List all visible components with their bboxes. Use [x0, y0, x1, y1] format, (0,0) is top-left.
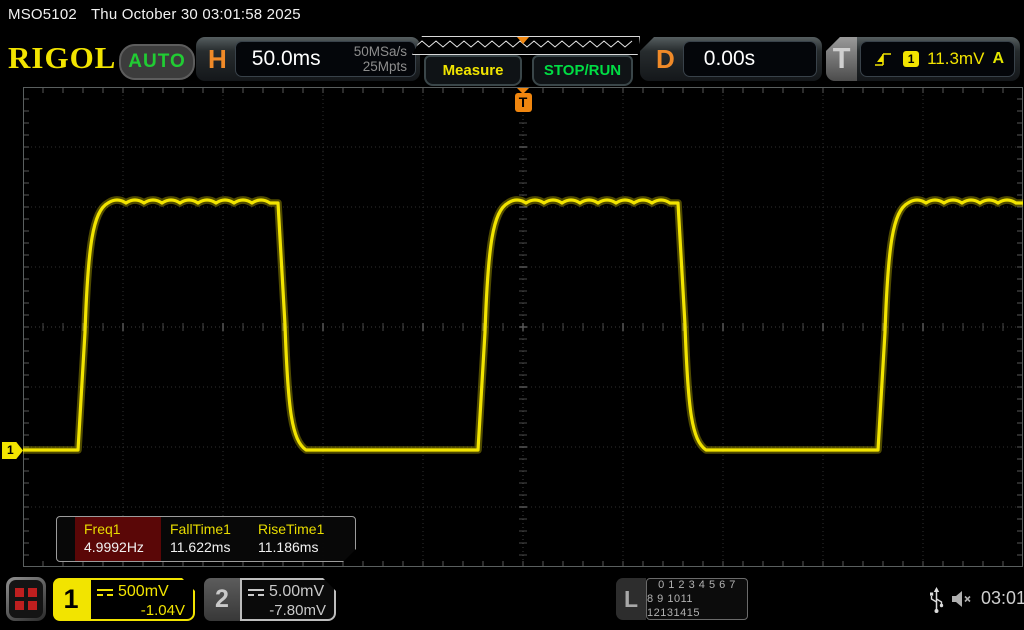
logic-channels-widget[interactable]: L 0 1 2 3 4 5 6 7 8 9 1011 12131415 [616, 578, 748, 620]
waveform-overview-strip[interactable] [412, 36, 640, 55]
measurement-value: 11.186ms [258, 539, 344, 555]
channel1-scale: 500mV [118, 583, 169, 601]
measurement-value: 4.9992Hz [84, 539, 161, 555]
channel1-widget[interactable]: 1 500mV -1.04V [53, 578, 195, 621]
sample-rate: 50MSa/s 25Mpts [354, 44, 407, 74]
measurement-label: Freq1 [84, 521, 161, 537]
measurement-value: 11.622ms [170, 539, 249, 555]
delay-label: D [656, 44, 675, 75]
channel2-scale: 5.00mV [269, 583, 324, 601]
channel1-offset: -1.04V [97, 602, 185, 619]
waveform-display [23, 87, 1023, 567]
horizontal-label: H [208, 44, 227, 75]
model-name: MSO5102 [8, 6, 77, 23]
rigol-logo: RIGOL [8, 40, 116, 76]
measurement-risetime[interactable]: RiseTime1 11.186ms [249, 517, 344, 561]
trigger-mode: A [992, 50, 1004, 68]
measure-button[interactable]: Measure [424, 55, 522, 86]
delay-pill: 0.00s [683, 41, 817, 77]
menu-grid-icon[interactable] [6, 577, 46, 621]
trigger-panel[interactable]: T 1 11.3mV A [826, 37, 1020, 81]
speaker-muted-icon[interactable] [950, 589, 976, 609]
clock-display: 03:01 [981, 588, 1024, 609]
delay-panel[interactable]: D 0.00s [640, 37, 822, 81]
datetime: Thu October 30 03:01:58 2025 [91, 6, 301, 23]
horizontal-panel[interactable]: H 50.0ms 50MSa/s 25Mpts [196, 37, 420, 81]
measurement-freq[interactable]: Freq1 4.9992Hz [75, 517, 161, 561]
auto-button[interactable]: AUTO [119, 44, 195, 80]
logic-tab[interactable]: L [616, 578, 646, 620]
timebase-pill: 50.0ms 50MSa/s 25Mpts [235, 41, 416, 77]
channel2-widget[interactable]: 2 5.00mV -7.80mV [204, 578, 336, 621]
trigger-label: T [826, 37, 857, 81]
overview-trigger-marker-icon[interactable] [517, 37, 529, 44]
trigger-pill: 1 11.3mV A [860, 41, 1015, 77]
usb-icon [928, 586, 945, 614]
channel2-tab[interactable]: 2 [204, 578, 240, 621]
channel1-tab[interactable]: 1 [53, 578, 89, 621]
measurement-label: RiseTime1 [258, 521, 344, 537]
measurement-label: FallTime1 [170, 521, 249, 537]
channel2-offset: -7.80mV [248, 602, 326, 619]
dc-coupling-icon [248, 589, 264, 596]
scope-grid-and-trace [23, 87, 1023, 567]
trigger-source-badge: 1 [903, 51, 919, 67]
measurement-panel: Freq1 4.9992Hz FallTime1 11.622ms RiseTi… [56, 516, 356, 562]
measurement-falltime[interactable]: FallTime1 11.622ms [161, 517, 249, 561]
dc-coupling-icon [97, 589, 113, 596]
channel1-offset-marker[interactable]: 1 [2, 442, 23, 459]
trigger-slope-icon [873, 50, 893, 68]
oscilloscope-screen: MSO5102 Thu October 30 03:01:58 2025 RIGO… [0, 0, 1024, 630]
timebase-value: 50.0ms [252, 47, 321, 71]
trigger-level-value: 11.3mV [927, 49, 984, 69]
channel1-body: 500mV -1.04V [89, 578, 195, 621]
channel2-body: 5.00mV -7.80mV [240, 578, 336, 621]
stop-run-button[interactable]: STOP/RUN [532, 55, 633, 86]
logic-body: 0 1 2 3 4 5 6 7 8 9 1011 12131415 [646, 578, 748, 620]
logic-row2: 8 9 1011 12131415 [647, 592, 747, 621]
trigger-position-badge: T [515, 93, 532, 112]
delay-value: 0.00s [704, 47, 755, 71]
top-status-bar: MSO5102 Thu October 30 03:01:58 2025 [8, 6, 301, 23]
logic-row1: 0 1 2 3 4 5 6 7 [658, 578, 736, 592]
trigger-position-marker[interactable]: T [513, 88, 533, 112]
